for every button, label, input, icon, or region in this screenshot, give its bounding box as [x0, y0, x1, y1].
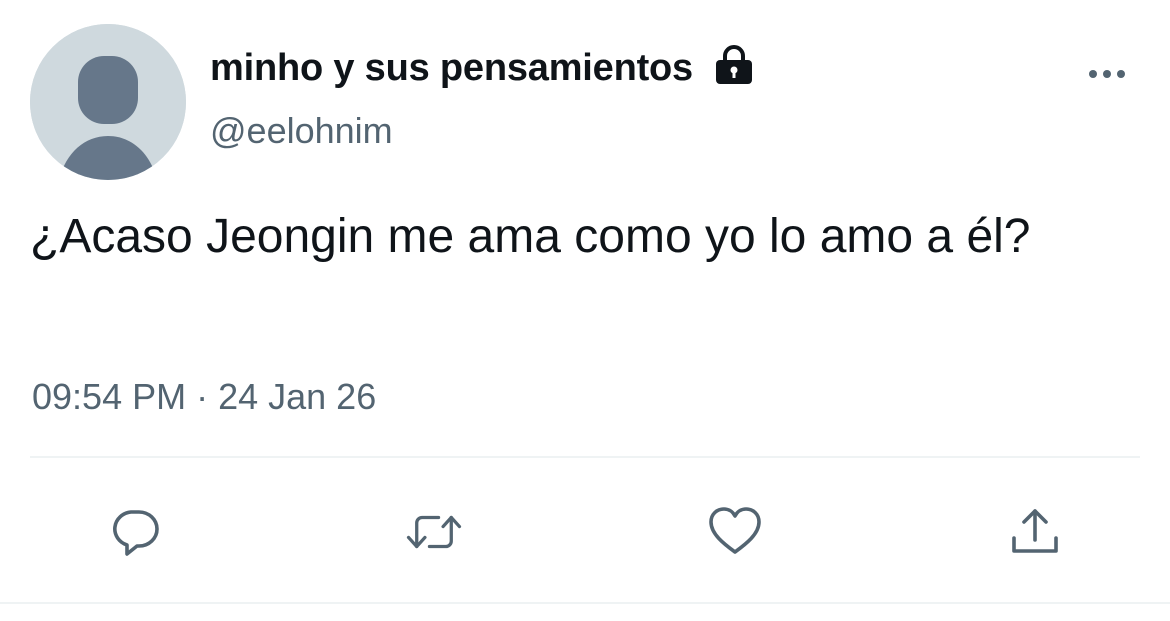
tweet-text: ¿Acaso Jeongin me ama como yo lo amo a é…: [30, 210, 1031, 263]
share-button[interactable]: [1005, 502, 1065, 562]
tweet-timestamp[interactable]: 09:54 PM · 24 Jan 26: [32, 376, 376, 418]
avatar[interactable]: [30, 24, 186, 180]
tweet-card: minho y sus pensamientos @eelohnim ¿Acas…: [0, 0, 1170, 621]
divider: [0, 602, 1170, 604]
share-icon: [1012, 509, 1058, 553]
more-dots-icon: [1089, 70, 1125, 78]
more-options-button[interactable]: [1082, 56, 1132, 92]
lock-icon: [713, 44, 755, 86]
like-button[interactable]: [705, 502, 765, 562]
retweet-button[interactable]: [404, 502, 464, 562]
user-handle[interactable]: @eelohnim: [210, 110, 393, 152]
display-name[interactable]: minho y sus pensamientos: [210, 47, 693, 90]
retweet-icon: [406, 515, 462, 549]
reply-icon: [113, 510, 159, 556]
reply-button[interactable]: [105, 502, 165, 562]
default-avatar-icon: [30, 24, 186, 180]
name-row: minho y sus pensamientos: [210, 44, 755, 92]
divider: [30, 456, 1140, 458]
heart-icon: [709, 507, 761, 554]
